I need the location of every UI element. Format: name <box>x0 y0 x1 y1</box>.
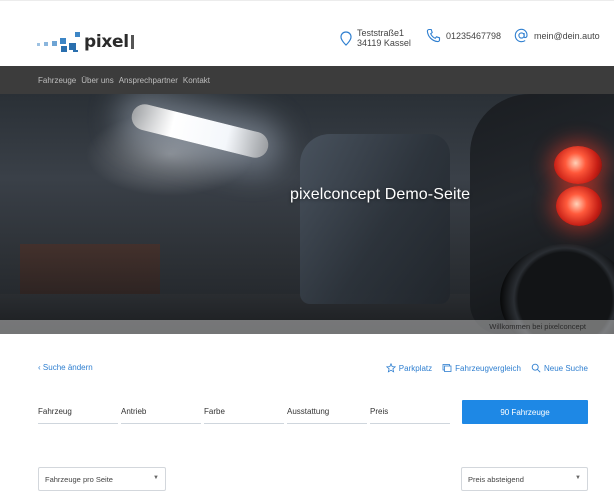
nav-item-kontakt[interactable]: Kontakt <box>183 76 210 85</box>
compare-link[interactable]: Fahrzeugvergleich <box>442 363 521 373</box>
hero-lamp <box>128 101 272 161</box>
hero-welcome-text: Willkommen bei pixelconcept <box>489 322 586 331</box>
nav-item-fahrzeuge[interactable]: Fahrzeuge <box>38 76 76 85</box>
parkplatz-link[interactable]: Parkplatz <box>385 363 433 373</box>
caret-down-icon: ▼ <box>153 475 159 481</box>
change-search-label: Suche ändern <box>42 363 93 372</box>
show-results-button[interactable]: 90 Fahrzeuge <box>462 400 588 424</box>
sort-label: Preis absteigend <box>468 474 524 484</box>
compare-icon <box>442 364 452 372</box>
logo[interactable]: pixel <box>37 28 134 52</box>
contact-address: Teststraße1 34119 Kassel <box>340 28 411 48</box>
per-page-select[interactable]: Fahrzeuge pro Seite ▼ <box>38 467 166 491</box>
address-line-2: 34119 Kassel <box>357 38 411 48</box>
logo-text: pixel <box>84 32 129 52</box>
map-pin-icon <box>340 30 352 46</box>
contact-phone[interactable]: 01235467798 <box>426 28 501 43</box>
result-toolbar: ‹ Suche ändern Parkplatz Fahrzeugverglei… <box>38 363 588 375</box>
search-icon <box>531 363 541 373</box>
hero-title: pixelconcept Demo-Seite <box>290 186 471 203</box>
taillight-upper <box>554 146 602 184</box>
caret-down-icon: ▼ <box>575 475 581 481</box>
new-search-link[interactable]: Neue Suche <box>531 363 588 373</box>
parkplatz-label: Parkplatz <box>398 363 433 373</box>
phone-icon <box>426 28 441 43</box>
logo-bar <box>130 35 134 49</box>
logo-mark-icon <box>37 30 82 52</box>
per-page-label: Fahrzeuge pro Seite <box>45 474 113 484</box>
filter-bar: Fahrzeug Antrieb Farbe Ausstattung Preis… <box>38 400 588 424</box>
phone-number: 01235467798 <box>446 30 502 41</box>
taillight-lower <box>556 186 602 226</box>
star-icon <box>385 363 396 373</box>
hero-banner-image: pixelconcept Demo-Seite Willkommen bei p… <box>0 94 614 334</box>
filter-fahrzeug[interactable]: Fahrzeug <box>38 402 118 424</box>
nav-item-ansprechpartner[interactable]: Ansprechpartner <box>119 76 178 85</box>
email-address: mein@dein.auto <box>534 30 600 41</box>
contact-email[interactable]: mein@dein.auto <box>514 28 600 43</box>
hero-welcome-strip: Willkommen bei pixelconcept <box>0 320 614 334</box>
new-search-label: Neue Suche <box>543 363 588 373</box>
filter-ausstattung[interactable]: Ausstattung <box>287 402 367 424</box>
nav-item-ueber-uns[interactable]: Über uns <box>81 76 113 85</box>
address-line-1: Teststraße1 <box>357 28 405 38</box>
filter-preis[interactable]: Preis <box>370 402 450 424</box>
filter-antrieb[interactable]: Antrieb <box>121 402 201 424</box>
change-search-link[interactable]: ‹ Suche ändern <box>38 363 93 372</box>
chevron-left-icon: ‹ <box>38 363 41 372</box>
at-icon <box>514 28 528 43</box>
filter-farbe[interactable]: Farbe <box>204 402 284 424</box>
main-nav: Fahrzeuge Über uns Ansprechpartner Konta… <box>0 66 614 94</box>
hero-car-door <box>300 134 450 304</box>
site-header: pixel Teststraße1 34119 Kassel 012354677… <box>0 0 614 66</box>
compare-label: Fahrzeugvergleich <box>455 363 521 373</box>
sort-select[interactable]: Preis absteigend ▼ <box>461 467 588 491</box>
